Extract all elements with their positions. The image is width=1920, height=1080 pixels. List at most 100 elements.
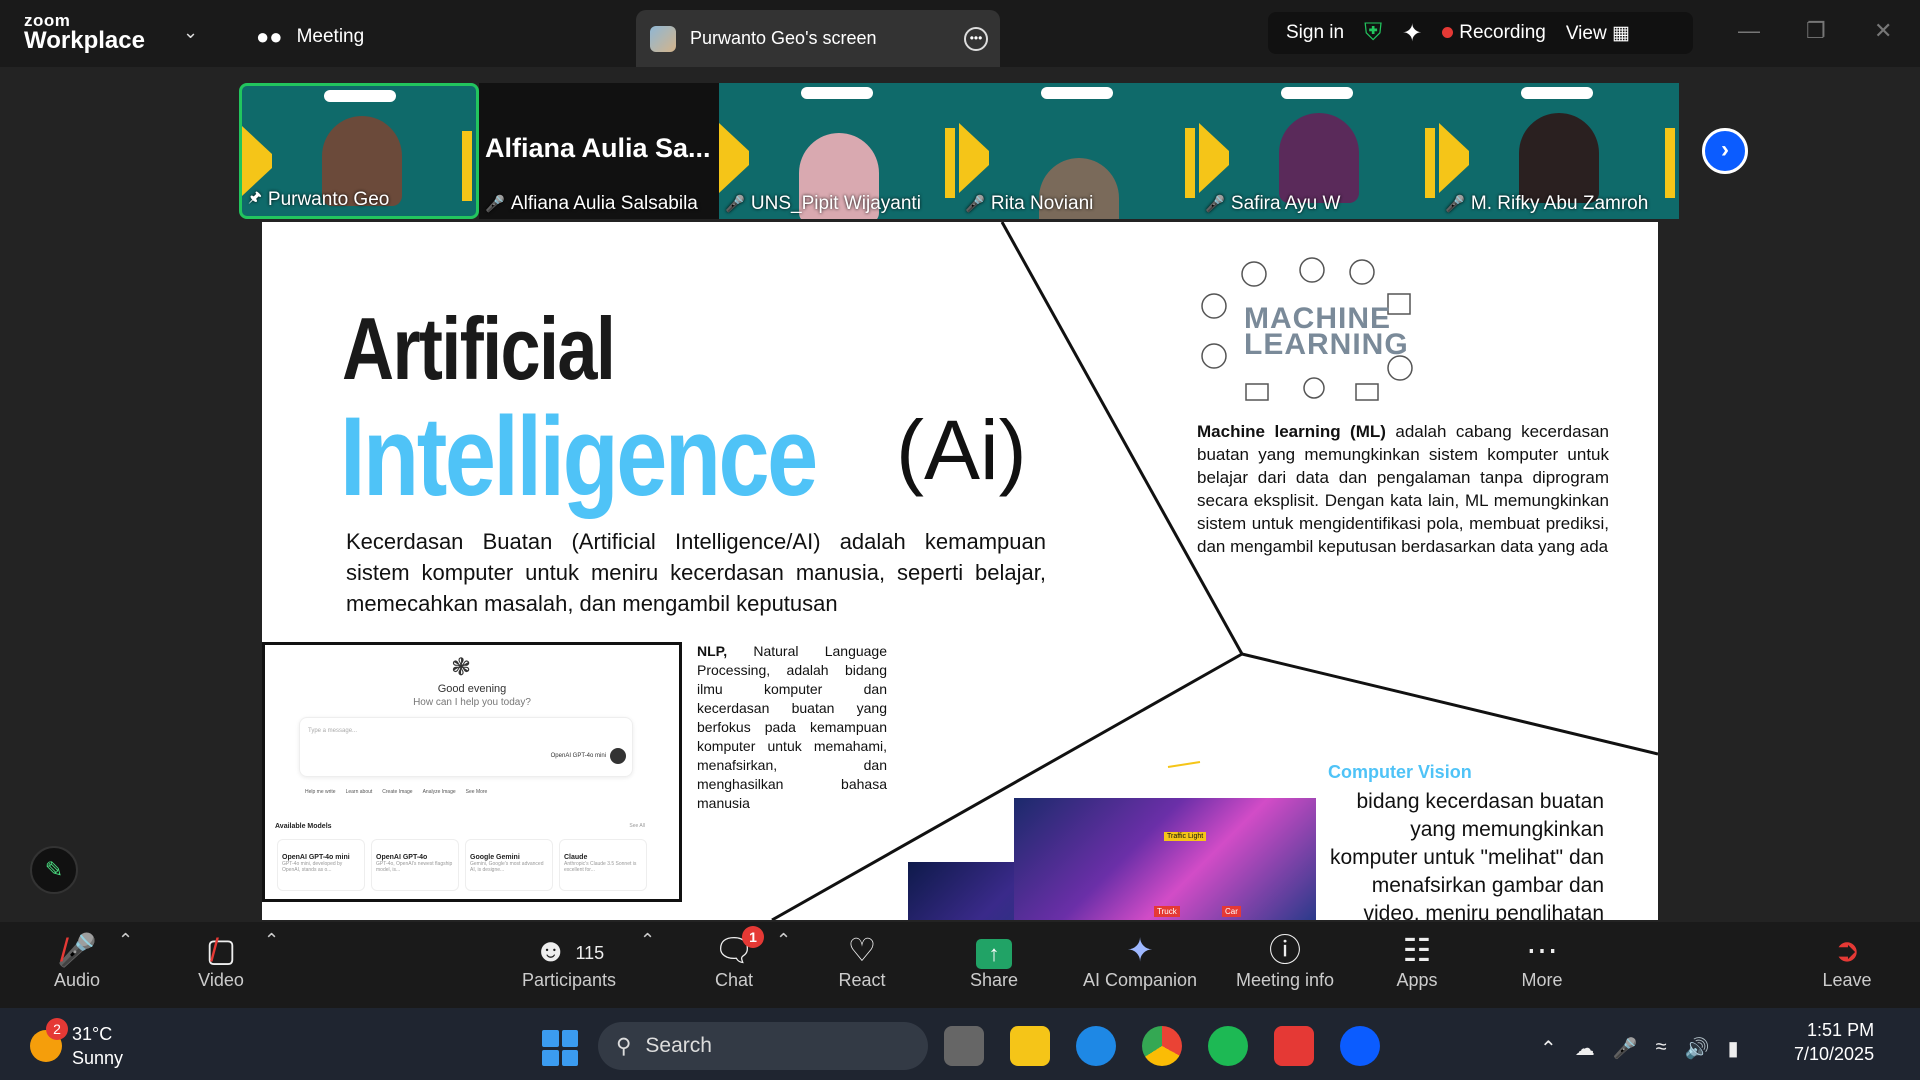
search-icon: ⚲ (616, 1034, 632, 1058)
sponsor-logos (1521, 87, 1593, 99)
meeting-info-button[interactable]: ⓘ Meeting info (1230, 930, 1340, 991)
annotate-pencil-icon[interactable]: ✎ (30, 846, 78, 894)
chip: Create Image (382, 789, 413, 795)
model-card-name: OpenAI GPT-4o mini (282, 854, 350, 861)
audio-options-caret-icon[interactable]: ⌃ (118, 930, 133, 951)
slide-title-line2: Intelligence (340, 394, 818, 519)
view-button[interactable]: View ▦ (1566, 22, 1630, 45)
chat-placeholder: Type a message... (308, 728, 358, 734)
speaker-icon[interactable]: 🔊 (1685, 1036, 1710, 1061)
model-card-name: Claude (564, 854, 588, 861)
chrome-icon[interactable] (1142, 1026, 1182, 1066)
audio-button[interactable]: 🎤 / Audio (46, 930, 108, 991)
leave-button[interactable]: ➲ Leave (1822, 930, 1872, 991)
microphone-icon[interactable]: 🎤 (1613, 1036, 1638, 1061)
weather-widget[interactable]: 2 31°C Sunny (30, 1018, 123, 1070)
video-tile-pipit[interactable]: 🎤 UNS_Pipit Wijayanti (719, 83, 959, 219)
next-page-arrow-icon[interactable]: › (1702, 128, 1748, 174)
recording-indicator[interactable]: Recording (1442, 22, 1546, 44)
shield-check-icon[interactable]: ⛨ (1364, 19, 1382, 47)
mic-muted-icon: 🎤 (1445, 196, 1465, 213)
model-card-desc: Gemini, Google's most advanced AI, is de… (470, 861, 544, 873)
grid-icon: ▦ (1611, 22, 1630, 44)
chat-prompt-text: How can I help you today? (413, 697, 531, 708)
model-card: Google Gemini Gemini, Google's most advan… (465, 839, 553, 891)
ml-bold: Machine learning (ML) (1197, 422, 1386, 441)
top-right-controls: Sign in ⛨ ✦ Recording View ▦ (1268, 12, 1693, 54)
slide-decoration (462, 131, 472, 201)
participants-options-caret-icon[interactable]: ⌃ (640, 930, 655, 951)
nlp-description: NLP, Natural Language Processing, adalah… (697, 642, 887, 813)
sparkle-icon[interactable]: ✦ (1402, 19, 1422, 48)
participant-name-label: UNS_Pipit Wijayanti (750, 193, 921, 214)
video-tile-rita[interactable]: 🎤 Rita Noviani (959, 83, 1199, 219)
taskbar-search[interactable]: ⚲ Search (598, 1022, 928, 1070)
slide-decoration (1185, 128, 1195, 198)
available-models-label: Available Models (275, 823, 332, 830)
chat-input-box: Type a message... OpenAI GPT-4o mini (299, 717, 633, 777)
react-button[interactable]: ♡ React (836, 930, 888, 991)
cv-tag: Car (1222, 906, 1241, 917)
cv-title: Computer Vision (1328, 762, 1472, 782)
chat-greeting: Good evening (437, 683, 507, 695)
participants-count: 115 (575, 942, 605, 963)
participant-name: 🎤 UNS_Pipit Wijayanti (725, 193, 921, 215)
meeting-info-label: Meeting info (1235, 970, 1335, 990)
chat-options-caret-icon[interactable]: ⌃ (776, 930, 791, 951)
ai-sparkle-icon: ✦ (1126, 932, 1154, 968)
windows-start-icon[interactable] (542, 1030, 578, 1066)
participant-video (1279, 113, 1359, 203)
chat-bubble-icon: 🗨 1 (712, 926, 764, 970)
slide-decoration (1425, 128, 1435, 198)
info-icon: ⓘ (1268, 932, 1301, 968)
video-tile-safira[interactable]: 🎤 Safira Ayu W (1199, 83, 1439, 219)
taskbar-clock[interactable]: 1:51 PM 7/10/2025 (1794, 1018, 1874, 1066)
ml-text: adalah cabang kecerdasan buatan yang mem… (1197, 422, 1609, 556)
zoom-app-icon[interactable] (1340, 1026, 1380, 1066)
edge-browser-icon[interactable] (1076, 1026, 1116, 1066)
cv-tag: Truck (1154, 906, 1180, 917)
participants-label: Participants (521, 970, 617, 990)
video-options-caret-icon[interactable]: ⌃ (264, 930, 279, 951)
audio-label: Audio (53, 970, 101, 990)
slide-title-line1: Artificial (342, 299, 616, 398)
video-tile-alfiana[interactable]: Alfiana Aulia Sa... 🎤 Alfiana Aulia Salsa… (479, 83, 719, 219)
file-explorer-icon[interactable] (1010, 1026, 1050, 1066)
participant-name-label: Safira Ayu W (1230, 193, 1341, 214)
minimize-icon[interactable]: — (1738, 18, 1760, 44)
restore-icon[interactable]: ❐ (1806, 18, 1826, 44)
record-dot-icon (1442, 27, 1454, 38)
weather-temp: 31°C (72, 1024, 113, 1044)
video-label: Video (198, 970, 244, 990)
clock-time: 1:51 PM (1807, 1020, 1875, 1040)
chat-button[interactable]: 🗨 1 Chat (712, 926, 764, 991)
participant-big-name: Alfiana Aulia Sa... (485, 133, 711, 163)
apps-button[interactable]: ☷ Apps (1394, 930, 1440, 991)
participants-button[interactable]: ☻ 115 Participants (516, 930, 622, 991)
pin-icon: 🖈 (248, 189, 262, 206)
sparkle-logo-icon: ❃ (451, 654, 472, 681)
sign-in-button[interactable]: Sign in (1286, 22, 1344, 44)
video-tile-purwanto-geo[interactable]: 🖈 Purwanto Geo (239, 83, 479, 219)
microsoft-store-icon[interactable] (1274, 1026, 1314, 1066)
onedrive-cloud-icon[interactable]: ☁ (1575, 1036, 1595, 1061)
chat-model-select: OpenAI GPT-4o mini (550, 753, 606, 759)
task-view-icon[interactable] (944, 1026, 984, 1066)
apps-label: Apps (1396, 970, 1438, 990)
close-icon[interactable]: ✕ (1874, 18, 1892, 44)
chevron-down-icon[interactable]: ⌄ (183, 22, 198, 43)
share-label: Share (969, 970, 1019, 990)
wifi-icon[interactable]: ≈ (1656, 1036, 1667, 1061)
shared-screen-tab[interactable]: Purwanto Geo's screen ••• (636, 10, 1000, 67)
battery-icon[interactable]: ▮ (1728, 1036, 1739, 1061)
more-options-icon[interactable]: ••• (964, 26, 988, 51)
zoom-workplace-logo[interactable]: zoom Workplace (24, 12, 145, 53)
meeting-tab[interactable]: ●● Meeting (256, 24, 364, 50)
spotify-icon[interactable] (1208, 1026, 1248, 1066)
video-button[interactable]: ▢ / Video (190, 930, 252, 991)
more-button[interactable]: ⋯ More (1520, 930, 1564, 991)
video-tile-rifky[interactable]: 🎤 M. Rifky Abu Zamroh (1439, 83, 1679, 219)
share-button[interactable]: ↑ Share (966, 930, 1022, 991)
ai-companion-button[interactable]: ✦ AI Companion (1080, 930, 1200, 991)
chevron-up-icon[interactable]: ⌃ (1540, 1036, 1557, 1061)
